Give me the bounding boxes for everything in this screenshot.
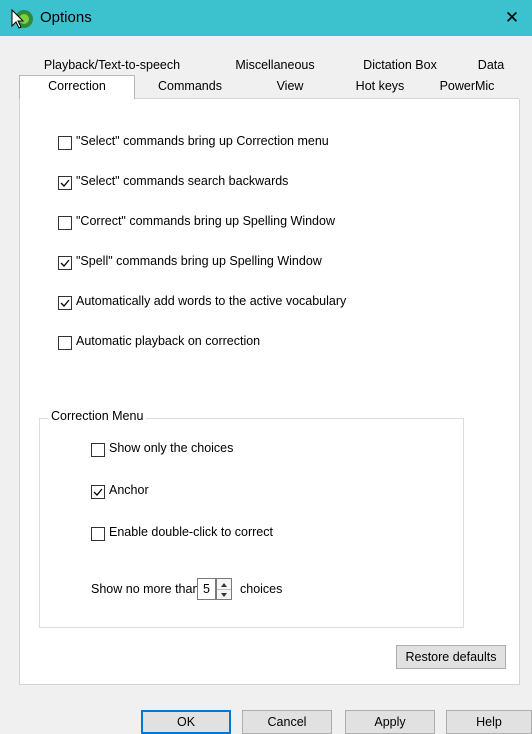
spin-down-icon[interactable] [217, 589, 231, 599]
option-label: Show only the choices [109, 441, 234, 455]
checkbox-spell-spelling-window[interactable] [58, 256, 72, 270]
show-no-more-than-label: Show no more than [91, 582, 200, 596]
help-button[interactable]: Help [446, 710, 532, 734]
tab-miscellaneous[interactable]: Miscellaneous [215, 55, 335, 75]
checkbox-select-correction-menu[interactable] [58, 136, 72, 150]
checkmark-icon [60, 299, 70, 307]
option-label: Automatically add words to the active vo… [76, 294, 347, 308]
checkmark-icon [93, 488, 103, 496]
ok-button[interactable]: OK [141, 710, 231, 734]
tab-dictation-box[interactable]: Dictation Box [345, 55, 455, 75]
checkbox-show-only-choices[interactable] [91, 443, 105, 457]
option-label: Enable double-click to correct [109, 525, 273, 539]
option-label: Anchor [109, 483, 149, 497]
group-title: Correction Menu [48, 409, 147, 423]
option-label: Automatic playback on correction [76, 334, 261, 348]
tab-data[interactable]: Data [466, 55, 516, 75]
checkbox-double-click-correct[interactable] [91, 527, 105, 541]
checkmark-icon [60, 179, 70, 187]
cancel-button[interactable]: Cancel [242, 710, 332, 734]
apply-button[interactable]: Apply [345, 710, 435, 734]
title-bar: Options ✕ [0, 0, 532, 36]
choices-label: choices [240, 582, 283, 596]
checkbox-correct-spelling-window[interactable] [58, 216, 72, 230]
option-label: "Correct" commands bring up Spelling Win… [76, 214, 335, 228]
tab-view[interactable]: View [250, 76, 330, 96]
window-title: Options [40, 9, 92, 26]
checkmark-icon [60, 259, 70, 267]
tab-commands[interactable]: Commands [140, 76, 240, 96]
checkbox-select-search-backwards[interactable] [58, 176, 72, 190]
close-icon[interactable]: ✕ [492, 0, 532, 36]
choices-spinner[interactable] [216, 578, 232, 600]
restore-defaults-button[interactable]: Restore defaults [396, 645, 506, 669]
option-label: "Spell" commands bring up Spelling Windo… [76, 254, 322, 268]
option-label: "Select" commands search backwards [76, 174, 289, 188]
option-label: "Select" commands bring up Correction me… [76, 134, 329, 148]
checkbox-auto-add-words[interactable] [58, 296, 72, 310]
choices-count-input[interactable]: 5 [197, 578, 216, 600]
checkbox-auto-playback[interactable] [58, 336, 72, 350]
checkbox-anchor[interactable] [91, 485, 105, 499]
tab-powermic[interactable]: PowerMic [420, 76, 514, 96]
dragon-icon [11, 8, 33, 29]
tab-correction[interactable]: Correction [19, 75, 135, 99]
tab-hot-keys[interactable]: Hot keys [342, 76, 418, 96]
tab-playback-text-to-speech[interactable]: Playback/Text-to-speech [27, 55, 197, 75]
